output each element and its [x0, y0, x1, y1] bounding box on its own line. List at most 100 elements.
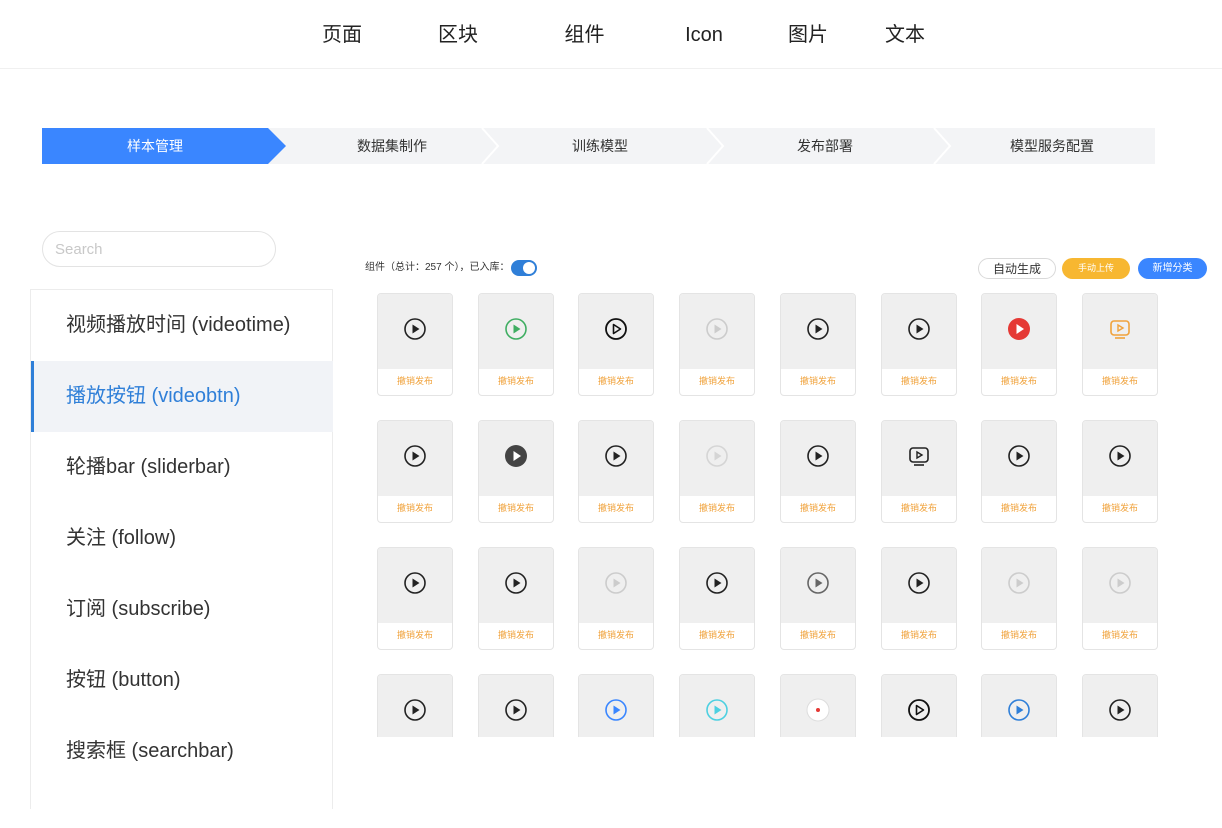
component-thumbnail [882, 421, 956, 496]
unpublish-link[interactable]: 撤销发布 [680, 501, 754, 514]
component-thumbnail [1083, 294, 1157, 369]
sidebar-item-videobtn[interactable]: 播放按钮 (videobtn) [31, 361, 333, 432]
step-publish-deploy[interactable]: 发布部署 [725, 128, 925, 164]
unpublish-link[interactable]: 撤销发布 [479, 501, 553, 514]
sidebar-item-sliderbar[interactable]: 轮播bar (sliderbar) [31, 432, 333, 503]
component-card[interactable]: 撤销发布 [780, 293, 856, 396]
play-circle-faded-icon [705, 444, 729, 473]
component-card[interactable]: 撤销发布 [981, 547, 1057, 650]
auto-generate-button[interactable]: 自动生成 [978, 258, 1056, 279]
component-card[interactable]: 撤销发布 [981, 674, 1057, 737]
unpublish-link[interactable]: 撤销发布 [479, 628, 553, 641]
component-card[interactable]: 撤销发布 [679, 420, 755, 523]
search-input[interactable] [42, 231, 276, 267]
play-circle-icon [504, 698, 528, 727]
component-card[interactable]: 撤销发布 [679, 547, 755, 650]
component-card[interactable]: 撤销发布 [881, 420, 957, 523]
unpublish-link[interactable]: 撤销发布 [579, 501, 653, 514]
nav-tab-images[interactable]: 图片 [784, 0, 832, 68]
step-train-model[interactable]: 训练模型 [500, 128, 700, 164]
unpublish-link[interactable]: 撤销发布 [882, 501, 956, 514]
unpublish-link[interactable]: 撤销发布 [1083, 628, 1157, 641]
component-thumbnail [680, 548, 754, 623]
unpublish-link[interactable]: 撤销发布 [378, 628, 452, 641]
play-circle-icon [907, 317, 931, 346]
component-card[interactable]: 撤销发布 [377, 547, 453, 650]
sidebar-item-follow[interactable]: 关注 (follow) [31, 503, 333, 574]
component-card[interactable]: 撤销发布 [377, 420, 453, 523]
unpublish-link[interactable]: 撤销发布 [378, 501, 452, 514]
step-model-service-config[interactable]: 模型服务配置 [952, 128, 1152, 164]
play-outline-icon [907, 698, 931, 727]
component-card[interactable]: 撤销发布 [780, 674, 856, 737]
component-card[interactable]: 撤销发布 [377, 674, 453, 737]
step-sample-management[interactable]: 样本管理 [42, 128, 268, 164]
component-card[interactable]: 撤销发布 [780, 547, 856, 650]
component-thumbnail [479, 421, 553, 496]
component-thumbnail [1083, 421, 1157, 496]
component-thumbnail [680, 421, 754, 496]
component-thumbnail [982, 548, 1056, 623]
unpublish-link[interactable]: 撤销发布 [982, 374, 1056, 387]
play-circle-icon [403, 317, 427, 346]
unpublish-link[interactable]: 撤销发布 [579, 628, 653, 641]
nav-tab-pages[interactable]: 页面 [318, 0, 366, 68]
unpublish-link[interactable]: 撤销发布 [378, 374, 452, 387]
sidebar-item-videotime[interactable]: 视频播放时间 (videotime) [31, 290, 333, 361]
nav-tab-components[interactable]: 组件 [523, 0, 646, 68]
unpublish-link[interactable]: 撤销发布 [1083, 374, 1157, 387]
sidebar-item-searchbar[interactable]: 搜索框 (searchbar) [31, 716, 333, 787]
play-circle-icon [806, 571, 830, 600]
component-thumbnail [680, 675, 754, 737]
component-card[interactable]: 撤销发布 [881, 293, 957, 396]
component-card[interactable]: 撤销发布 [578, 293, 654, 396]
unpublish-link[interactable]: 撤销发布 [479, 374, 553, 387]
nav-tab-icon[interactable]: Icon [680, 0, 728, 68]
nav-tab-text[interactable]: 文本 [881, 0, 929, 68]
component-thumbnail [1083, 675, 1157, 737]
component-thumbnail [982, 294, 1056, 369]
unpublish-link[interactable]: 撤销发布 [982, 501, 1056, 514]
unpublish-link[interactable]: 撤销发布 [781, 628, 855, 641]
component-card[interactable]: 撤销发布 [780, 420, 856, 523]
component-thumbnail [378, 294, 452, 369]
unpublish-link[interactable]: 撤销发布 [781, 501, 855, 514]
step-dataset-creation[interactable]: 数据集制作 [292, 128, 492, 164]
new-category-button[interactable]: 新增分类 [1138, 258, 1207, 279]
unpublish-link[interactable]: 撤销发布 [579, 374, 653, 387]
component-card[interactable]: 撤销发布 [1082, 293, 1158, 396]
sidebar-item-subscribe[interactable]: 订阅 (subscribe) [31, 574, 333, 645]
unpublish-link[interactable]: 撤销发布 [680, 628, 754, 641]
in-library-toggle[interactable] [511, 260, 538, 276]
component-card[interactable]: 撤销发布 [981, 420, 1057, 523]
unpublish-link[interactable]: 撤销发布 [1083, 501, 1157, 514]
component-thumbnail [579, 548, 653, 623]
component-card[interactable]: 撤销发布 [478, 293, 554, 396]
component-card[interactable]: 撤销发布 [578, 547, 654, 650]
component-card[interactable]: 撤销发布 [1082, 420, 1158, 523]
component-card[interactable]: 撤销发布 [1082, 674, 1158, 737]
component-card[interactable]: 撤销发布 [478, 420, 554, 523]
unpublish-link[interactable]: 撤销发布 [982, 628, 1056, 641]
component-card[interactable]: 撤销发布 [679, 674, 755, 737]
component-card[interactable]: 撤销发布 [578, 420, 654, 523]
unpublish-link[interactable]: 撤销发布 [781, 374, 855, 387]
unpublish-link[interactable]: 撤销发布 [882, 628, 956, 641]
component-card[interactable]: 撤销发布 [478, 674, 554, 737]
unpublish-link[interactable]: 撤销发布 [680, 374, 754, 387]
component-card[interactable]: 撤销发布 [478, 547, 554, 650]
sidebar-item-button[interactable]: 按钮 (button) [31, 645, 333, 716]
component-card[interactable]: 撤销发布 [981, 293, 1057, 396]
unpublish-link[interactable]: 撤销发布 [882, 374, 956, 387]
top-nav: 页面 区块 组件 Icon 图片 文本 [0, 0, 1222, 69]
component-card[interactable]: 撤销发布 [1082, 547, 1158, 650]
component-thumbnail [781, 294, 855, 369]
play-circle-faded-icon [705, 317, 729, 346]
component-card[interactable]: 撤销发布 [881, 674, 957, 737]
component-card[interactable]: 撤销发布 [578, 674, 654, 737]
component-card[interactable]: 撤销发布 [377, 293, 453, 396]
component-card[interactable]: 撤销发布 [679, 293, 755, 396]
nav-tab-blocks[interactable]: 区块 [434, 0, 482, 68]
component-card[interactable]: 撤销发布 [881, 547, 957, 650]
manual-upload-button[interactable]: 手动上传 [1062, 258, 1130, 279]
